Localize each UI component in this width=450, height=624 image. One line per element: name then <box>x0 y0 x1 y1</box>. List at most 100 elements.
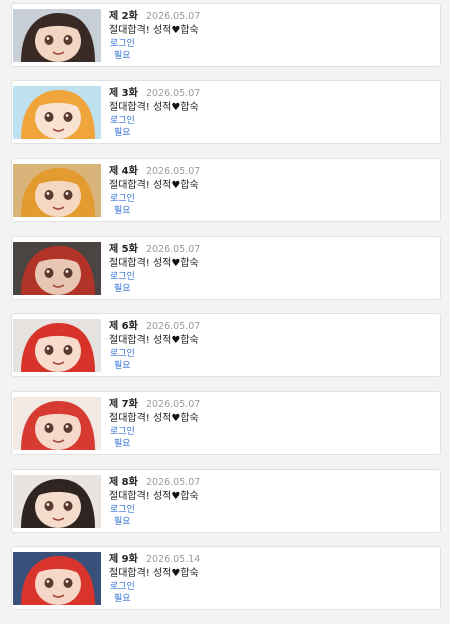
login-link[interactable]: 로그인 <box>109 348 434 360</box>
episode-header: 제 7화 2026.05.07 <box>109 395 434 412</box>
episode-title-part-b: 합숙 <box>180 25 199 36</box>
login-link[interactable]: 로그인 <box>109 581 434 593</box>
episode-title-part-b: 합숙 <box>180 491 199 502</box>
episode-thumbnail-art <box>13 164 101 217</box>
episode-thumbnail[interactable] <box>13 9 101 62</box>
episode-title[interactable]: 절대합격! 성적♥합숙 <box>109 24 434 38</box>
heart-icon: ♥ <box>171 491 181 502</box>
episode-thumbnail-art <box>13 319 101 372</box>
episode-title[interactable]: 절대합격! 성적♥합숙 <box>109 334 434 348</box>
login-required-label: 필요 <box>114 51 131 61</box>
episode-title-part-a: 절대합격! 성적 <box>109 180 172 191</box>
episode-title[interactable]: 절대합격! 성적♥합숙 <box>109 257 434 271</box>
episode-thumbnail[interactable] <box>13 86 101 139</box>
login-required-label: 필요 <box>114 594 131 604</box>
episode-title-part-a: 절대합격! 성적 <box>109 25 172 36</box>
login-link[interactable]: 로그인 <box>109 38 434 50</box>
episode-date: 2026.05.14 <box>145 554 201 565</box>
episode-date: 2026.05.07 <box>145 244 201 255</box>
episode-title-part-b: 합숙 <box>180 335 199 346</box>
episode-info: 제 5화 2026.05.07 절대합격! 성적♥합숙 로그인 필요 <box>109 240 434 295</box>
episode-title-part-b: 합숙 <box>180 568 199 579</box>
episode-number[interactable]: 제 9화 <box>109 554 138 565</box>
episode-thumbnail[interactable] <box>13 475 101 528</box>
episode-info: 제 9화 2026.05.14 절대합격! 성적♥합숙 로그인 필요 <box>109 550 434 605</box>
login-required-label: 필요 <box>114 284 131 294</box>
episode-thumbnail[interactable] <box>13 164 101 217</box>
episode-title-part-b: 합숙 <box>180 258 199 269</box>
episode-number[interactable]: 제 7화 <box>109 399 138 410</box>
episode-header: 제 9화 2026.05.14 <box>109 550 434 567</box>
episode-thumbnail[interactable] <box>13 242 101 295</box>
episode-header: 제 8화 2026.05.07 <box>109 473 434 490</box>
episode-info: 제 2화 2026.05.07 절대합격! 성적♥합숙 로그인 필요 <box>109 7 434 62</box>
heart-icon: ♥ <box>171 335 181 346</box>
login-required-label: 필요 <box>114 439 131 449</box>
episode-number[interactable]: 제 5화 <box>109 244 138 255</box>
episode-title-part-b: 합숙 <box>180 180 199 191</box>
episode-header: 제 3화 2026.05.07 <box>109 84 434 101</box>
episode-date: 2026.05.07 <box>145 88 201 99</box>
episode-header: 제 6화 2026.05.07 <box>109 317 434 334</box>
episode-number[interactable]: 제 3화 <box>109 88 138 99</box>
episode-thumbnail[interactable] <box>13 397 101 450</box>
login-link[interactable]: 로그인 <box>109 271 434 283</box>
episode-list: 제 2화 2026.05.07 절대합격! 성적♥합숙 로그인 필요 제 3화 … <box>0 0 450 624</box>
episode-title-part-b: 합숙 <box>180 413 199 424</box>
episode-number[interactable]: 제 6화 <box>109 321 138 332</box>
heart-icon: ♥ <box>171 568 181 579</box>
heart-icon: ♥ <box>171 180 181 191</box>
episode-thumbnail-art <box>13 86 101 139</box>
episode-title-part-a: 절대합격! 성적 <box>109 335 172 346</box>
episode-item[interactable]: 제 5화 2026.05.07 절대합격! 성적♥합숙 로그인 필요 <box>11 236 441 300</box>
episode-title[interactable]: 절대합격! 성적♥합숙 <box>109 101 434 115</box>
episode-title[interactable]: 절대합격! 성적♥합숙 <box>109 179 434 193</box>
episode-item[interactable]: 제 6화 2026.05.07 절대합격! 성적♥합숙 로그인 필요 <box>11 313 441 377</box>
episode-info: 제 8화 2026.05.07 절대합격! 성적♥합숙 로그인 필요 <box>109 473 434 528</box>
episode-item[interactable]: 제 7화 2026.05.07 절대합격! 성적♥합숙 로그인 필요 <box>11 391 441 455</box>
login-link[interactable]: 로그인 <box>109 504 434 516</box>
episode-title-part-b: 합숙 <box>180 102 199 113</box>
episode-item[interactable]: 제 2화 2026.05.07 절대합격! 성적♥합숙 로그인 필요 <box>11 3 441 67</box>
episode-title-part-a: 절대합격! 성적 <box>109 258 172 269</box>
episode-thumbnail-art <box>13 9 101 62</box>
episode-item[interactable]: 제 4화 2026.05.07 절대합격! 성적♥합숙 로그인 필요 <box>11 158 441 222</box>
login-required-label: 필요 <box>114 206 131 216</box>
episode-item[interactable]: 제 9화 2026.05.14 절대합격! 성적♥합숙 로그인 필요 <box>11 546 441 610</box>
episode-title-part-a: 절대합격! 성적 <box>109 568 172 579</box>
episode-header: 제 4화 2026.05.07 <box>109 162 434 179</box>
heart-icon: ♥ <box>171 258 181 269</box>
login-required-label: 필요 <box>114 517 131 527</box>
episode-info: 제 7화 2026.05.07 절대합격! 성적♥합숙 로그인 필요 <box>109 395 434 450</box>
episode-date: 2026.05.07 <box>145 166 201 177</box>
episode-thumbnail-art <box>13 242 101 295</box>
episode-item[interactable]: 제 8화 2026.05.07 절대합격! 성적♥합숙 로그인 필요 <box>11 469 441 533</box>
episode-date: 2026.05.07 <box>145 321 201 332</box>
episode-thumbnail-art <box>13 552 101 605</box>
episode-date: 2026.05.07 <box>145 11 201 22</box>
episode-number[interactable]: 제 2화 <box>109 11 138 22</box>
episode-thumbnail-art <box>13 475 101 528</box>
episode-header: 제 5화 2026.05.07 <box>109 240 434 257</box>
episode-info: 제 3화 2026.05.07 절대합격! 성적♥합숙 로그인 필요 <box>109 84 434 139</box>
episode-header: 제 2화 2026.05.07 <box>109 7 434 24</box>
login-link[interactable]: 로그인 <box>109 115 434 127</box>
episode-thumbnail[interactable] <box>13 552 101 605</box>
episode-thumbnail-art <box>13 397 101 450</box>
login-link[interactable]: 로그인 <box>109 193 434 205</box>
episode-title[interactable]: 절대합격! 성적♥합숙 <box>109 567 434 581</box>
episode-item[interactable]: 제 3화 2026.05.07 절대합격! 성적♥합숙 로그인 필요 <box>11 80 441 144</box>
login-link[interactable]: 로그인 <box>109 426 434 438</box>
episode-title-part-a: 절대합격! 성적 <box>109 102 172 113</box>
episode-number[interactable]: 제 4화 <box>109 166 138 177</box>
episode-title-part-a: 절대합격! 성적 <box>109 413 172 424</box>
episode-date: 2026.05.07 <box>145 477 201 488</box>
episode-date: 2026.05.07 <box>145 399 201 410</box>
episode-thumbnail[interactable] <box>13 319 101 372</box>
episode-title[interactable]: 절대합격! 성적♥합숙 <box>109 490 434 504</box>
heart-icon: ♥ <box>171 102 181 113</box>
episode-info: 제 4화 2026.05.07 절대합격! 성적♥합숙 로그인 필요 <box>109 162 434 217</box>
episode-number[interactable]: 제 8화 <box>109 477 138 488</box>
episode-title[interactable]: 절대합격! 성적♥합숙 <box>109 412 434 426</box>
login-required-label: 필요 <box>114 361 131 371</box>
